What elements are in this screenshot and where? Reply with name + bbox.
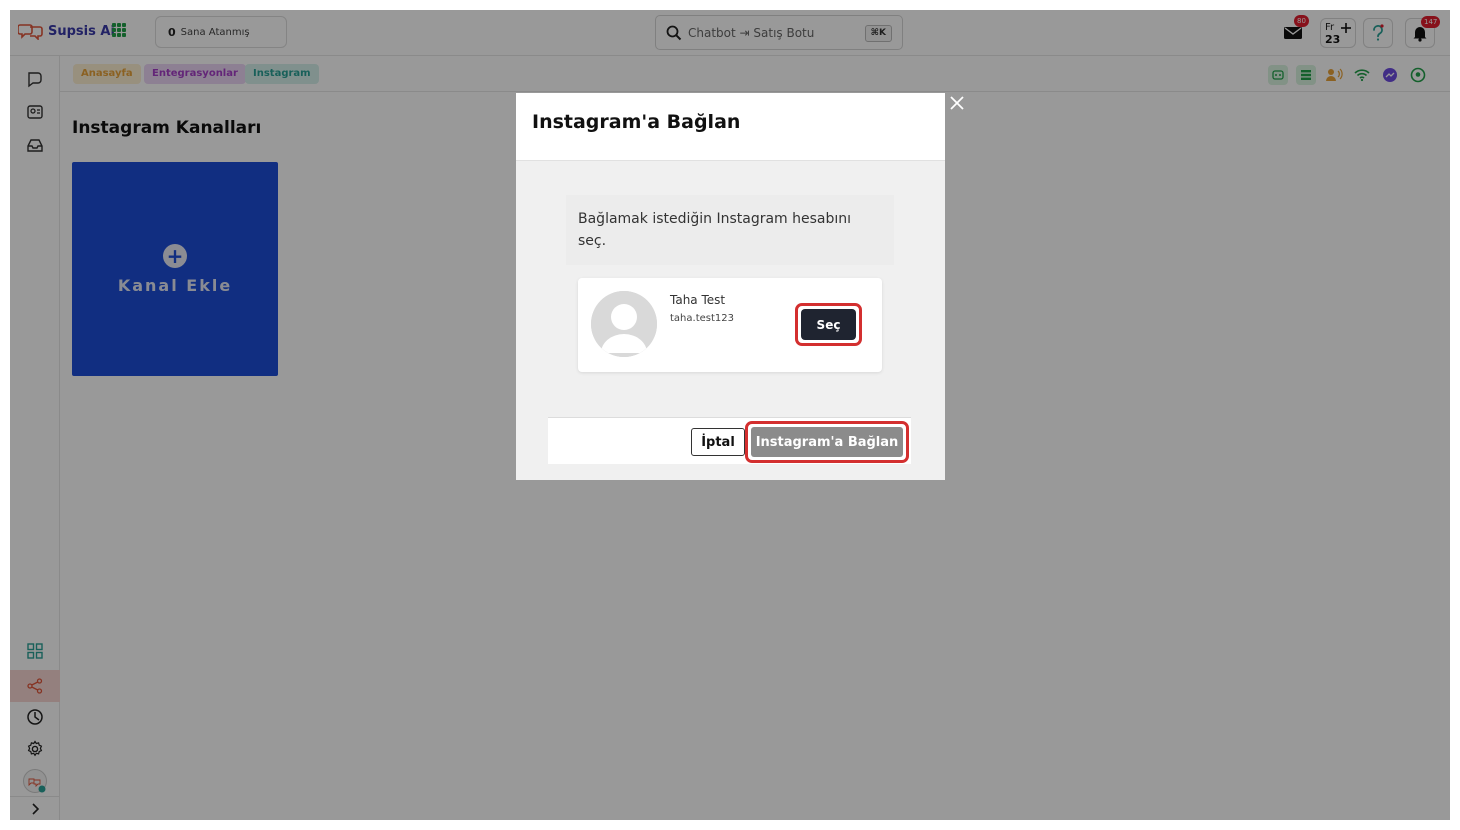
account-avatar [591, 291, 657, 357]
modal-footer: İptal Instagram'a Bağlan [548, 417, 911, 464]
instagram-account-card: Taha Test taha.test123 Seç [578, 278, 882, 372]
user-placeholder-icon [591, 291, 657, 357]
close-icon[interactable] [948, 94, 966, 112]
account-username: taha.test123 [670, 313, 734, 324]
select-account-button[interactable]: Seç [801, 309, 856, 340]
modal-title: Instagram'a Bağlan [532, 111, 741, 133]
app-frame: Supsis Ai 0 Sana Atanmış Chatbot ⇥ Satış… [10, 10, 1450, 820]
account-prompt: Bağlamak istediğin Instagram hesabını se… [566, 195, 894, 265]
account-name: Taha Test [670, 293, 726, 307]
modal-body: Bağlamak istediğin Instagram hesabını se… [516, 161, 945, 480]
modal-header: Instagram'a Bağlan [516, 93, 945, 161]
cancel-button[interactable]: İptal [691, 428, 745, 456]
connect-instagram-button[interactable]: Instagram'a Bağlan [751, 427, 903, 457]
connect-instagram-modal: Instagram'a Bağlan Bağlamak istediğin In… [516, 93, 945, 480]
